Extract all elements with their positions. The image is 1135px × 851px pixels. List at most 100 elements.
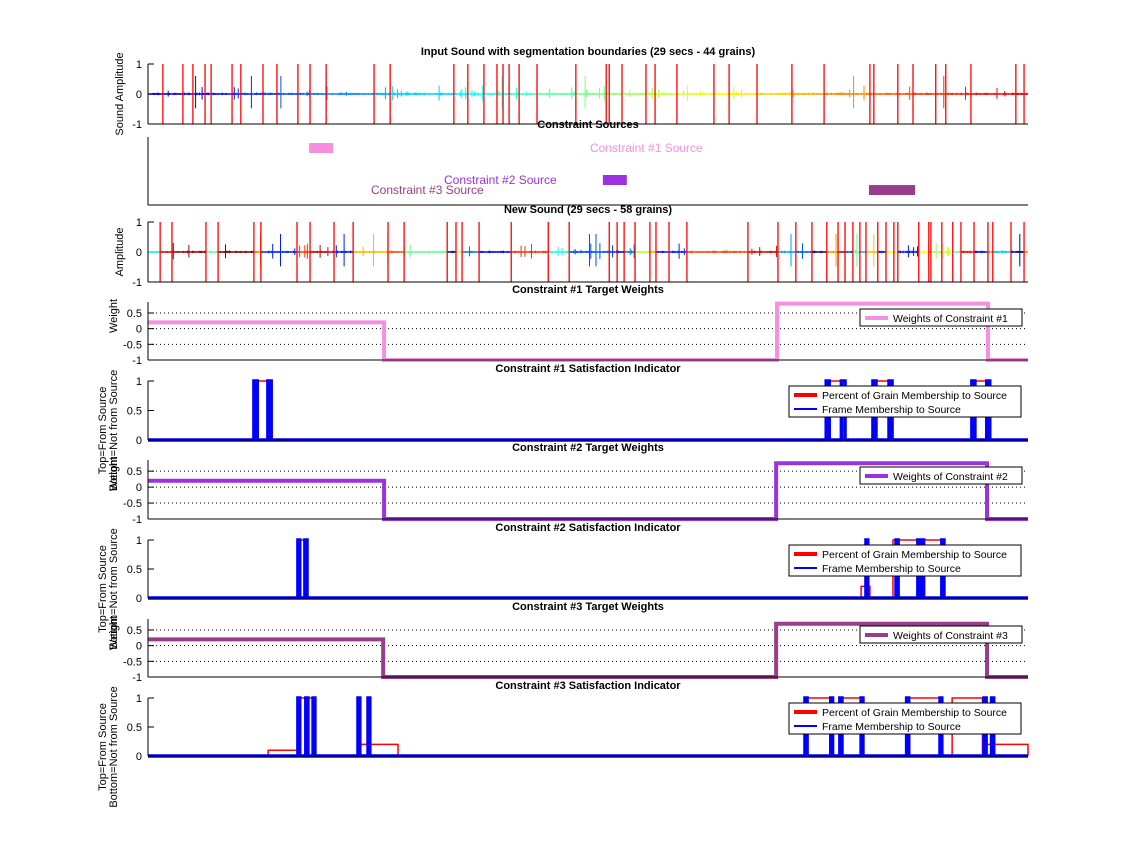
y-tick-label: 0.5 [127, 466, 142, 478]
y-tick-label: 1 [136, 535, 142, 547]
y-tick-label: 1 [136, 376, 142, 388]
waveform-segment [260, 234, 297, 267]
source-label: Constraint #1 Source [590, 141, 703, 155]
y-tick-label: 0.5 [127, 722, 142, 734]
y-tick-label: -1 [132, 119, 142, 131]
y-axis-label: Bottom=Not from Source [108, 686, 120, 807]
subplot-title: Constraint #3 Target Weights [512, 601, 664, 613]
y-tick-label: -0.5 [123, 656, 142, 668]
source-bar [868, 185, 916, 196]
y-tick-label: 1 [136, 217, 142, 229]
y-axis-label: Sound Amplitude [114, 52, 126, 135]
legend: Percent of Grain Membership to Source Fra… [788, 385, 1022, 418]
waveform-segment [240, 76, 263, 109]
legend: Weights of Constraint #3 [859, 625, 1023, 644]
y-tick-label: 0.5 [127, 406, 142, 418]
waveform-segment [824, 76, 870, 109]
y-tick-label: 0 [136, 482, 142, 494]
waveform-segment [826, 234, 838, 267]
subplot-title: Constraint #1 Satisfaction Indicator [495, 363, 681, 375]
waveform-segment [276, 76, 299, 109]
legend-label: Frame Membership to Source [822, 563, 961, 575]
subplot-title: Constraint #1 Target Weights [512, 284, 664, 296]
y-tick-label: 0 [136, 435, 142, 447]
subplot-title: Input Sound with segmentation boundaries… [421, 46, 756, 58]
waveform-segment [353, 234, 389, 267]
legend: Percent of Grain Membership to Source Fra… [788, 544, 1022, 577]
waveform-segment [496, 76, 503, 109]
y-tick-label: 0.5 [127, 564, 142, 576]
legend-label: Weights of Constraint #3 [893, 630, 1008, 642]
y-tick-label: -0.5 [123, 498, 142, 510]
y-tick-label: -1 [132, 355, 142, 367]
legend: Percent of Grain Membership to Source Fra… [788, 702, 1022, 735]
waveform-segment [390, 85, 454, 101]
waveform-segment [777, 234, 796, 267]
y-tick-label: 1 [136, 59, 142, 71]
y-tick-label: -0.5 [123, 339, 142, 351]
subplot-3: New Sound (29 secs - 58 grains) Amplitude… [114, 204, 1029, 289]
subplot-title: Constraint Sources [537, 119, 638, 131]
waveform-segment [941, 243, 953, 259]
waveform-segment [897, 86, 913, 101]
waveform-segment [1011, 234, 1025, 267]
waveform-segment [326, 86, 375, 101]
subplot-title: Constraint #2 Satisfaction Indicator [495, 522, 681, 534]
legend-label: Frame Membership to Source [822, 404, 961, 416]
waveform-segment [519, 85, 538, 101]
waveform-segment [569, 234, 610, 267]
y-axis-label: Weight [108, 616, 120, 650]
y-tick-label: 0.5 [127, 625, 142, 637]
y-axis-label: Amplitude [114, 228, 126, 277]
waveform-segment [171, 243, 207, 260]
waveform-segment [253, 234, 261, 267]
legend-label: Weights of Constraint #1 [893, 313, 1008, 325]
y-tick-label: 1 [136, 693, 142, 705]
y-tick-label: 0 [136, 593, 142, 605]
subplot-2: Constraint Sources Constraint #1 Source Co… [147, 119, 1028, 206]
y-tick-label: -1 [132, 514, 142, 526]
legend-label: Percent of Grain Membership to Source [822, 707, 1007, 719]
waveform-segment [852, 234, 860, 267]
legend-label: Weights of Constraint #2 [893, 471, 1008, 483]
legend: Weights of Constraint #2 [859, 466, 1023, 485]
waveform-segment [511, 244, 548, 259]
waveform-segment [795, 243, 813, 259]
legend: Weights of Constraint #1 [859, 308, 1023, 327]
subplot-title: Constraint #2 Target Weights [512, 442, 664, 454]
waveform-segment [147, 234, 161, 267]
subplot-4: Constraint #1 Target Weights Weight 0.5 0 -0… [108, 284, 1028, 367]
waveform-segment [296, 243, 311, 259]
subplot-6: Constraint #2 Target Weights Weight 0.5 0 -0… [108, 442, 1028, 526]
waveform-segment [669, 243, 688, 259]
legend-label: Percent of Grain Membership to Source [822, 549, 1007, 561]
subplot-title: Constraint #3 Satisfaction Indicator [495, 680, 681, 692]
legend-label: Percent of Grain Membership to Source [822, 390, 1007, 402]
waveform-segment [935, 76, 946, 109]
y-tick-label: 0 [136, 751, 142, 763]
waveform-segment [930, 243, 942, 260]
waveform-segment [575, 76, 607, 109]
y-axis-label: Weight [108, 457, 120, 491]
legend-label: Frame Membership to Source [822, 721, 961, 733]
source-bar [602, 175, 627, 186]
subplot-9: Constraint #3 Satisfaction IndicatorTop=… [97, 680, 1029, 808]
y-tick-label: 0 [136, 641, 142, 653]
y-tick-label: -1 [132, 277, 142, 289]
source-label: Constraint #3 Source [371, 183, 484, 197]
y-tick-label: 0.5 [127, 308, 142, 320]
y-tick-label: 0 [136, 247, 142, 259]
waveform-segment [334, 234, 353, 267]
waveform-segment [218, 244, 254, 259]
figure: Input Sound with segmentation boundaries… [97, 46, 1029, 808]
waveform-segment [676, 85, 714, 101]
y-tick-label: -1 [132, 672, 142, 684]
y-tick-label: 0 [136, 89, 142, 101]
subplot-title: New Sound (29 secs - 58 grains) [504, 204, 672, 216]
source-bar [309, 143, 334, 154]
waveform-segment [624, 244, 635, 259]
waveform-segment [865, 234, 879, 267]
waveform-segment [192, 76, 206, 109]
waveform-segment [467, 85, 485, 101]
subplot-8: Constraint #3 Target Weights Weight 0.5 0 -0… [108, 601, 1028, 684]
